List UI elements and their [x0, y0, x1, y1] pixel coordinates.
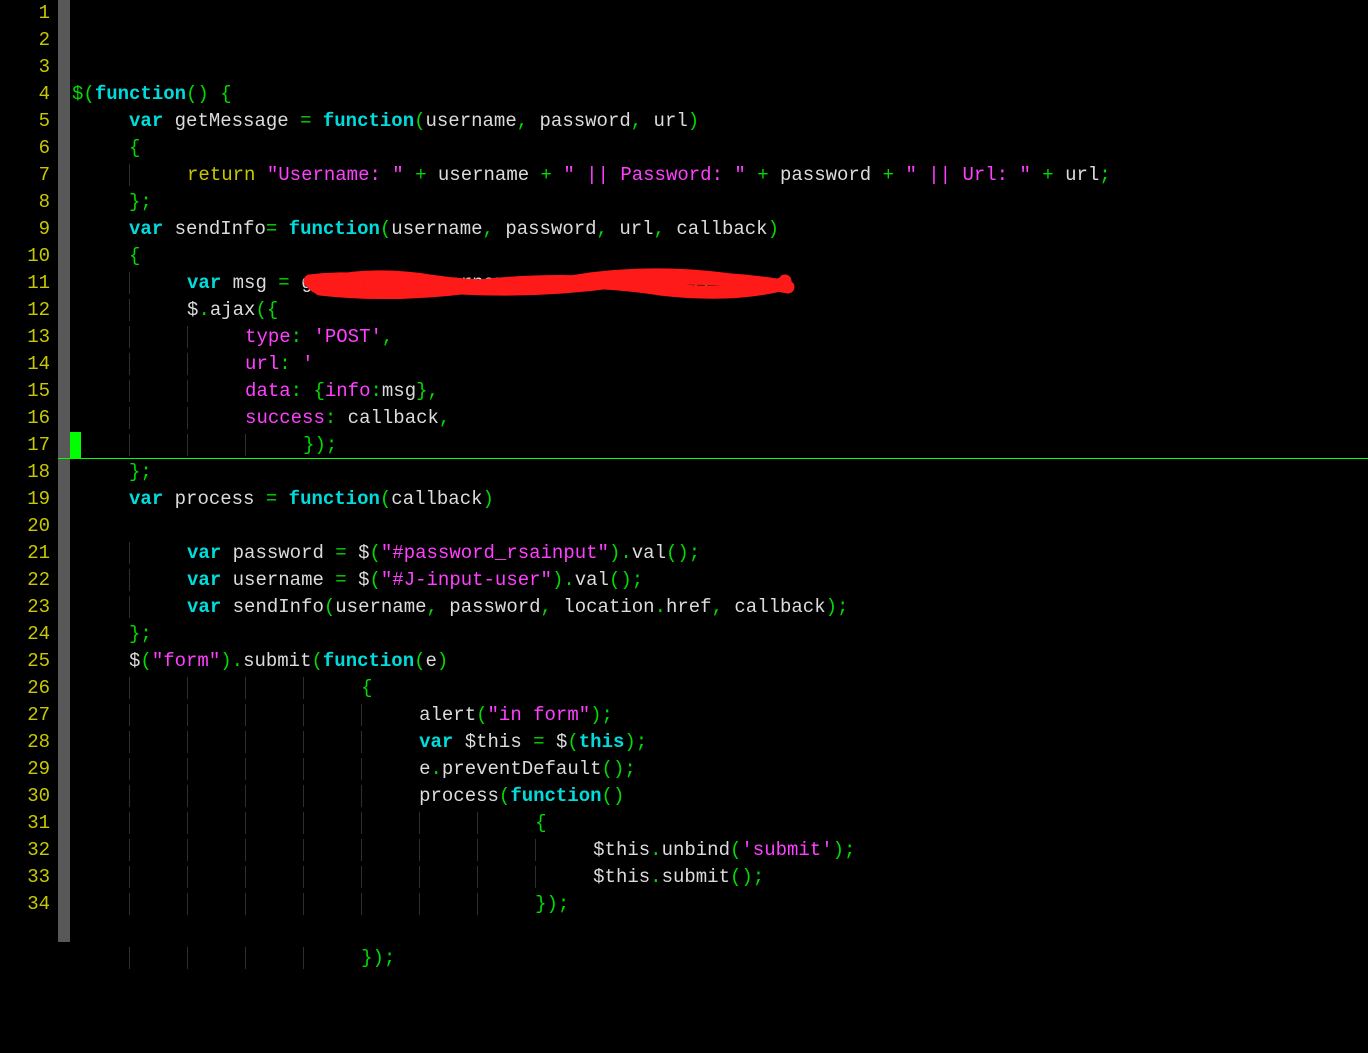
line-number: 14	[0, 351, 50, 378]
line-number: 1	[0, 0, 50, 27]
line-number: 11	[0, 270, 50, 297]
code-line[interactable]: var msg = getMessage(username, password,…	[72, 270, 1368, 297]
line-number: 17	[0, 432, 50, 459]
code-line[interactable]: };	[72, 621, 1368, 648]
code-line[interactable]: $this.unbind('submit');	[72, 837, 1368, 864]
line-number: 34	[0, 891, 50, 918]
code-line[interactable]: };	[72, 459, 1368, 486]
line-number: 12	[0, 297, 50, 324]
code-editor[interactable]: 1234567891011121314151617181920212223242…	[0, 0, 1368, 942]
code-line[interactable]: type: 'POST',	[72, 324, 1368, 351]
line-number: 27	[0, 702, 50, 729]
line-number: 22	[0, 567, 50, 594]
code-line[interactable]: var sendInfo(username, password, locatio…	[72, 594, 1368, 621]
line-number: 4	[0, 81, 50, 108]
line-number: 13	[0, 324, 50, 351]
line-number: 24	[0, 621, 50, 648]
code-line[interactable]: $.ajax({	[72, 297, 1368, 324]
line-number: 21	[0, 540, 50, 567]
line-number: 30	[0, 783, 50, 810]
code-line[interactable]	[72, 918, 1368, 945]
code-content[interactable]: $(function() { var getMessage = function…	[58, 81, 1368, 999]
code-line[interactable]: {	[72, 243, 1368, 270]
code-line[interactable]: url: '	[72, 351, 1368, 378]
code-line[interactable]: var getMessage = function(username, pass…	[72, 108, 1368, 135]
line-number: 3	[0, 54, 50, 81]
code-line[interactable]: process(function()	[72, 783, 1368, 810]
code-line[interactable]: success: callback,	[72, 405, 1368, 432]
code-line[interactable]: {	[72, 810, 1368, 837]
line-number: 20	[0, 513, 50, 540]
line-number: 32	[0, 837, 50, 864]
code-line[interactable]: $this.submit();	[72, 864, 1368, 891]
line-number: 33	[0, 864, 50, 891]
line-number-gutter: 1234567891011121314151617181920212223242…	[0, 0, 58, 942]
fold-column	[58, 0, 70, 942]
line-number: 9	[0, 216, 50, 243]
code-line[interactable]: data: {info:msg},	[72, 378, 1368, 405]
code-line[interactable]: var $this = $(this);	[72, 729, 1368, 756]
code-line[interactable]: var sendInfo= function(username, passwor…	[72, 216, 1368, 243]
line-number: 25	[0, 648, 50, 675]
line-number: 31	[0, 810, 50, 837]
code-line[interactable]: var username = $("#J-input-user").val();	[72, 567, 1368, 594]
line-number: 23	[0, 594, 50, 621]
code-line[interactable]: $("form").submit(function(e)	[72, 648, 1368, 675]
line-number: 28	[0, 729, 50, 756]
code-line[interactable]: });	[72, 945, 1368, 972]
code-line[interactable]: {	[72, 675, 1368, 702]
line-number: 6	[0, 135, 50, 162]
line-number: 10	[0, 243, 50, 270]
code-line[interactable]	[72, 972, 1368, 999]
line-number: 15	[0, 378, 50, 405]
line-number: 26	[0, 675, 50, 702]
code-line[interactable]: };	[72, 189, 1368, 216]
cursor-block	[70, 432, 81, 459]
code-line[interactable]: e.preventDefault();	[72, 756, 1368, 783]
code-line[interactable]: var process = function(callback)	[72, 486, 1368, 513]
line-number: 7	[0, 162, 50, 189]
code-line[interactable]: var password = $("#password_rsainput").v…	[72, 540, 1368, 567]
code-line[interactable]: });	[72, 891, 1368, 918]
line-number: 8	[0, 189, 50, 216]
code-line[interactable]	[72, 513, 1368, 540]
line-number: 19	[0, 486, 50, 513]
code-line[interactable]: {	[72, 135, 1368, 162]
code-line[interactable]: alert("in form");	[72, 702, 1368, 729]
code-line[interactable]: return "Username: " + username + " || Pa…	[72, 162, 1368, 189]
code-line[interactable]: });	[72, 432, 1368, 459]
code-area[interactable]: $(function() { var getMessage = function…	[58, 0, 1368, 942]
line-number: 18	[0, 459, 50, 486]
line-number: 5	[0, 108, 50, 135]
line-number: 16	[0, 405, 50, 432]
code-line[interactable]: $(function() {	[72, 81, 1368, 108]
line-number: 2	[0, 27, 50, 54]
line-number: 29	[0, 756, 50, 783]
